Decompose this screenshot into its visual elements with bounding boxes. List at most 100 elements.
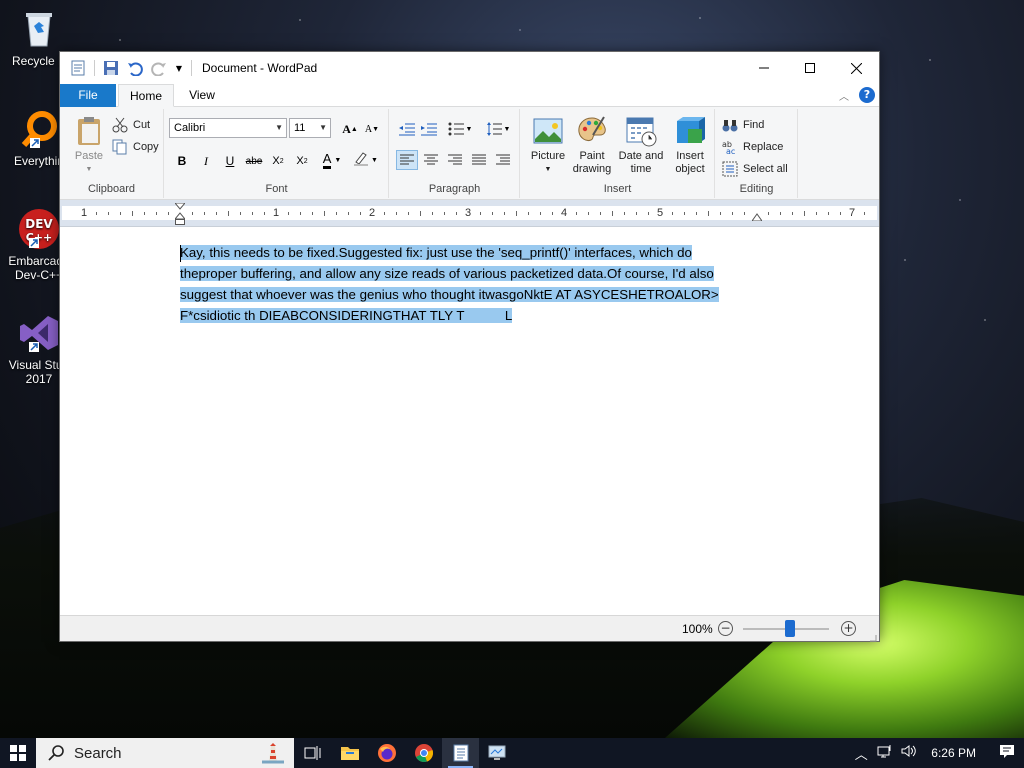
picture-button[interactable]: Picture ▼: [525, 113, 571, 176]
align-right-button[interactable]: [444, 150, 466, 170]
taskbar-wordpad[interactable]: [442, 738, 479, 768]
cut-icon: [112, 117, 128, 133]
cut-button[interactable]: Cut: [112, 115, 150, 135]
select-all-button[interactable]: Select all: [722, 159, 788, 179]
date-time-button[interactable]: Date and time: [615, 113, 667, 176]
document-text[interactable]: Kay, this needs to be fixed.Suggested fi…: [180, 242, 760, 326]
increase-indent-button[interactable]: [418, 119, 440, 139]
ruler-tick: [492, 212, 493, 215]
chrome-icon: [414, 744, 433, 762]
save-icon[interactable]: [101, 58, 121, 78]
decrease-indent-button[interactable]: [396, 119, 418, 139]
insert-object-button[interactable]: Insert object: [667, 113, 713, 176]
ruler-tick: [540, 212, 541, 215]
show-hidden-icons-chevron-icon[interactable]: ︿: [849, 744, 873, 763]
grow-font-button[interactable]: A ▲: [339, 119, 361, 139]
justify-button[interactable]: [468, 150, 490, 170]
ruler-tick: [528, 212, 529, 215]
font-color-button[interactable]: A ▼: [317, 150, 347, 170]
resize-grip-icon[interactable]: [869, 631, 877, 642]
ruler-tick: [240, 212, 241, 215]
subscript-button[interactable]: X2: [267, 151, 289, 171]
italic-button[interactable]: I: [195, 151, 217, 171]
underline-button[interactable]: U: [219, 151, 241, 171]
replace-button[interactable]: ab ac Replace: [722, 137, 783, 157]
taskbar-search-box[interactable]: Search: [36, 738, 294, 768]
quick-access-toolbar: ▼: [60, 58, 194, 78]
ruler-tick: [216, 212, 217, 215]
right-indent-marker[interactable]: [751, 210, 763, 224]
copy-button[interactable]: Copy: [112, 137, 159, 157]
taskbar-firefox[interactable]: [368, 738, 405, 768]
wordpad-icon: [453, 744, 468, 762]
title-bar[interactable]: ▼ Document - WordPad: [60, 52, 879, 84]
taskbar-file-explorer[interactable]: [331, 738, 368, 768]
first-line-indent-marker[interactable]: [173, 202, 187, 228]
tab-file[interactable]: File: [60, 84, 116, 107]
close-button[interactable]: [833, 52, 879, 84]
date-label-line1: Date and: [618, 150, 664, 162]
document-line: suggest that whoever was the genius who …: [180, 287, 719, 302]
ruler-tick: [348, 212, 349, 215]
action-center-notification-icon[interactable]: [990, 744, 1024, 763]
ruler-label: 1: [80, 207, 88, 219]
tab-home[interactable]: Home: [118, 84, 174, 107]
redo-icon[interactable]: [149, 58, 169, 78]
ruler-tick: [792, 212, 793, 215]
file-explorer-icon: [340, 747, 359, 760]
font-size-value: 11: [294, 122, 306, 134]
volume-icon[interactable]: [897, 744, 921, 762]
taskbar: Search ︿ 6:26 PM: [0, 738, 1024, 768]
font-group: Calibri ▼ 11 ▼ A ▲ A ▼ B I U abe X2 X2 A ▼ …: [165, 109, 389, 198]
start-button[interactable]: [0, 738, 36, 768]
taskbar-chrome[interactable]: [405, 738, 442, 768]
paint-drawing-button[interactable]: Paint drawing: [569, 113, 615, 176]
document-area[interactable]: Kay, this needs to be fixed.Suggested fi…: [60, 228, 879, 616]
ruler-tick: [672, 212, 673, 215]
collapse-ribbon-icon[interactable]: ︿: [839, 88, 849, 103]
shrink-font-button[interactable]: A ▼: [361, 119, 383, 139]
ruler-tick: [636, 212, 637, 215]
network-icon[interactable]: [873, 744, 897, 762]
ruler-tick: [312, 212, 313, 215]
document-line: Kay, this needs to be fixed.Suggested fi…: [180, 245, 692, 260]
ruler-tick: [336, 212, 337, 215]
tab-view[interactable]: View: [176, 84, 228, 107]
ruler-tick: [720, 212, 721, 215]
align-left-button[interactable]: [396, 150, 418, 170]
ruler-tick: [516, 211, 517, 216]
paragraph-settings-button[interactable]: [492, 150, 514, 170]
bullets-button[interactable]: ▼: [444, 119, 476, 139]
find-button[interactable]: Find: [722, 115, 764, 135]
task-view-icon: [304, 746, 320, 760]
customize-qat-icon[interactable]: ▼: [173, 58, 185, 78]
taskbar-remote-app[interactable]: [479, 738, 516, 768]
highlight-color-button[interactable]: ▼: [351, 150, 381, 170]
zoom-in-button[interactable]: +: [841, 621, 856, 636]
align-center-button[interactable]: [420, 150, 442, 170]
ruler-tick: [144, 212, 145, 215]
calendar-clock-icon: [625, 115, 657, 147]
maximize-button[interactable]: [787, 52, 833, 84]
strikethrough-button[interactable]: abe: [243, 151, 265, 171]
ruler-tick: [504, 212, 505, 215]
insert-group-label: Insert: [603, 183, 632, 195]
line-spacing-icon: [486, 122, 502, 136]
undo-icon[interactable]: [125, 58, 145, 78]
superscript-button[interactable]: X2: [291, 151, 313, 171]
ruler-tick: [192, 212, 193, 215]
ruler[interactable]: 1 1 2 3 4 5 7: [60, 200, 879, 227]
taskbar-clock[interactable]: 6:26 PM: [931, 746, 976, 760]
bold-button[interactable]: B: [171, 151, 193, 171]
font-family-combo[interactable]: Calibri ▼: [169, 118, 287, 138]
zoom-slider-thumb[interactable]: [785, 620, 795, 637]
task-view-button[interactable]: [294, 738, 331, 768]
paste-button[interactable]: Paste ▼: [66, 113, 112, 176]
line-spacing-button[interactable]: ▼: [482, 119, 514, 139]
zoom-out-button[interactable]: −: [718, 621, 733, 636]
help-icon[interactable]: ?: [859, 87, 875, 103]
font-size-combo[interactable]: 11 ▼: [289, 118, 331, 138]
font-color-dropdown-icon: ▼: [334, 156, 342, 164]
wordpad-app-icon[interactable]: [68, 58, 88, 78]
minimize-button[interactable]: [741, 52, 787, 84]
